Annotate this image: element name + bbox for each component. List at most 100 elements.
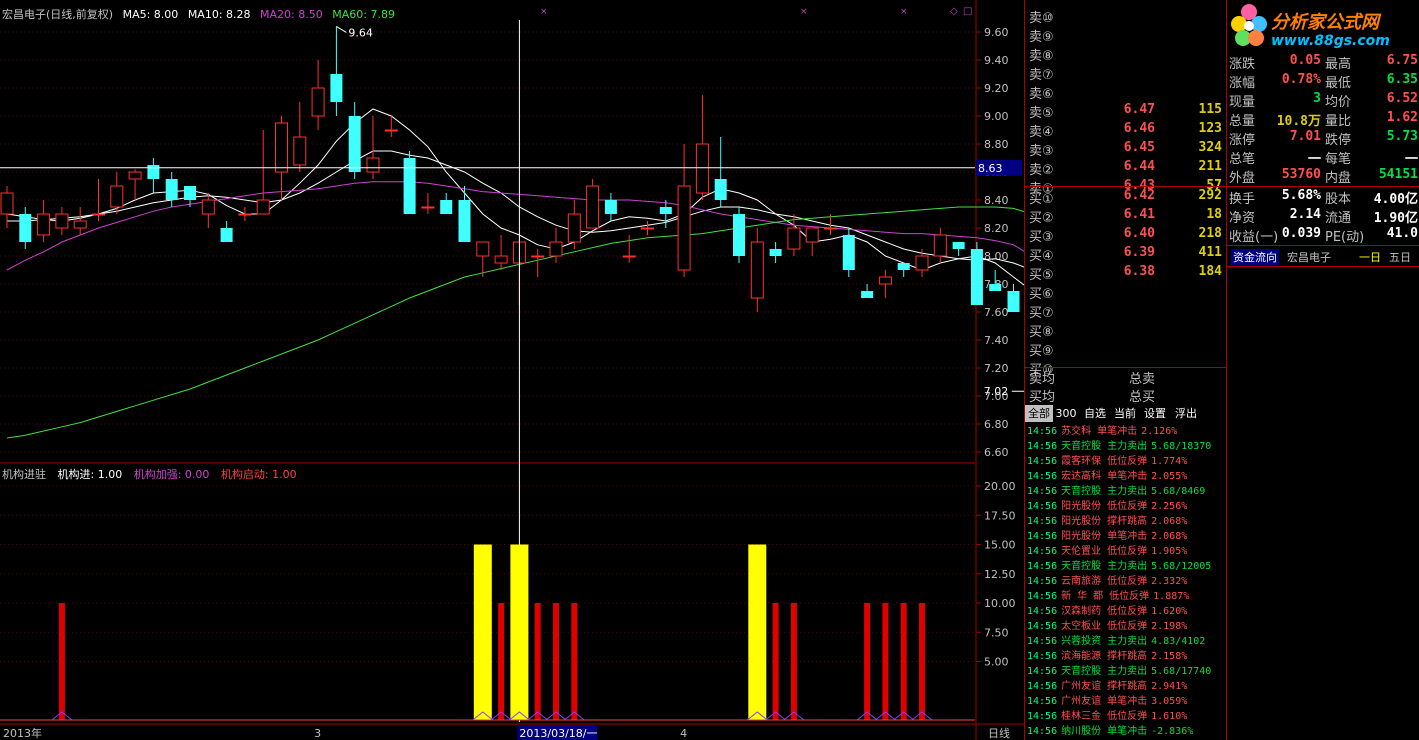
- indicator-tick-label: 20.00: [984, 480, 1016, 493]
- one-day-tab[interactable]: 一日: [1359, 249, 1381, 265]
- feed-item[interactable]: 14:56 兴蓉投资 主力卖出 4.83/4102: [1025, 634, 1226, 649]
- indicator-bar-red: [864, 603, 871, 720]
- feed-tab[interactable]: 浮出: [1171, 405, 1201, 422]
- feed-item[interactable]: 14:56 汉森制药 低位反弹 1.620%: [1025, 604, 1226, 619]
- orderbook-level-label: 买⑧: [1029, 325, 1054, 340]
- feed-signal-type: 低位反弹: [1107, 456, 1148, 467]
- feed-item[interactable]: 14:56 天音控股 主力卖出 5.68/18370: [1025, 439, 1226, 454]
- kline-chart[interactable]: 9.609.409.209.008.808.608.408.208.007.80…: [0, 0, 1024, 740]
- feed-item[interactable]: 14:56 广州友谊 单笔冲击 3.059%: [1025, 694, 1226, 709]
- orderbook-buy-row[interactable]: 买② 6.41 18: [1025, 206, 1226, 226]
- orderbook-buy-row[interactable]: 买⑨: [1025, 339, 1226, 359]
- feed-stock-name: 滨海能源: [1061, 651, 1102, 662]
- capital-flow-bar: 资金流向 宏昌电子 一日 五日: [1227, 246, 1419, 266]
- orderbook-sell-row[interactable]: 卖② 6.44 211: [1025, 158, 1226, 178]
- feed-stock-name: 汉森制药: [1061, 606, 1102, 617]
- feed-item[interactable]: 14:56 天音控股 主力卖出 5.68/8469: [1025, 484, 1226, 499]
- orderbook-level-label: 买⑨: [1029, 344, 1054, 359]
- feed-time: 14:56: [1027, 636, 1058, 647]
- quote-info-row: 收益(一) 0.039 PE(动) 41.0: [1227, 225, 1419, 245]
- feed-time: 14:56: [1027, 456, 1058, 467]
- site-logo[interactable]: 分析家公式网 www.88gs.com: [1227, 0, 1419, 52]
- feed-item[interactable]: 14:56 阳光股份 低位反弹 2.256%: [1025, 499, 1226, 514]
- feed-item[interactable]: 14:56 广州友谊 撑杆跳高 2.941%: [1025, 679, 1226, 694]
- candle-body-up: [238, 213, 252, 216]
- indicator-bar-red: [900, 603, 907, 720]
- feed-item[interactable]: 14:56 天音控股 主力卖出 5.68/17740: [1025, 664, 1226, 679]
- orderbook-sell-row[interactable]: 卖⑨: [1025, 25, 1226, 45]
- feed-item[interactable]: 14:56 滨海能源 撑杆跳高 2.158%: [1025, 649, 1226, 664]
- total-buy-label: 总买: [1129, 390, 1156, 405]
- ma20-label: MA20: 8.50: [260, 8, 323, 21]
- feed-item[interactable]: 14:56 纳川股份 单笔冲击 -2.836%: [1025, 724, 1226, 739]
- feed-signal-type: 主力卖出: [1107, 666, 1148, 677]
- quote-divider: [1227, 186, 1419, 187]
- orderbook-sell-row[interactable]: 卖⑧: [1025, 44, 1226, 64]
- feed-time: 14:56: [1027, 696, 1058, 707]
- quote-label: 跌停: [1325, 133, 1352, 148]
- feed-stock-name: 广州友谊: [1061, 681, 1102, 692]
- feed-item[interactable]: 14:56 云南旅游 低位反弹 2.332%: [1025, 574, 1226, 589]
- orderbook-buy-row[interactable]: 买⑦: [1025, 301, 1226, 321]
- ma-line-ma5: [6, 108, 1024, 286]
- feed-stock-name: 纳川股份: [1061, 726, 1102, 737]
- quote-value: 3: [1313, 91, 1321, 106]
- feed-item[interactable]: 14:56 苏交科 单笔冲击 2.126%: [1025, 424, 1226, 439]
- feed-item[interactable]: 14:56 霞客环保 低位反弹 1.774%: [1025, 454, 1226, 469]
- feed-signal-value: 5.68/17740: [1151, 666, 1212, 677]
- orderbook-volume: 115: [1198, 102, 1222, 117]
- feed-item[interactable]: 14:56 太空板业 低位反弹 2.198%: [1025, 619, 1226, 634]
- candle-body-up: [0, 192, 14, 215]
- feed-tab[interactable]: 当前: [1111, 405, 1139, 422]
- feed-tab[interactable]: 设置: [1140, 405, 1170, 422]
- orderbook-level-label: 卖④: [1029, 125, 1054, 140]
- feed-item[interactable]: 14:56 阳光股份 单笔冲击 2.068%: [1025, 529, 1226, 544]
- quote-value: 一: [1307, 152, 1321, 167]
- candle-body-up: [201, 199, 215, 215]
- candle-body-up: [915, 255, 929, 271]
- feed-tab[interactable]: 300: [1054, 405, 1078, 422]
- feed-time: 14:56: [1027, 726, 1058, 737]
- feed-item[interactable]: 14:56 阳光股份 撑杆跳高 2.068%: [1025, 514, 1226, 529]
- quote-value: 6.35: [1386, 72, 1418, 87]
- candle-body-down: [330, 74, 343, 102]
- feed-signal-type: 低位反弹: [1107, 606, 1148, 617]
- orderbook-sell-row[interactable]: 卖⑦: [1025, 63, 1226, 83]
- orderbook-sell-row[interactable]: 卖⑤ 6.47 115: [1025, 101, 1226, 121]
- quote-value: 0.05: [1289, 53, 1321, 68]
- square-icon: □: [963, 6, 972, 17]
- orderbook-buy-row[interactable]: 买⑤ 6.38 184: [1025, 263, 1226, 283]
- feed-time: 14:56: [1027, 591, 1058, 602]
- indicator-bar-red: [553, 603, 559, 720]
- feed-item[interactable]: 14:56 天音控股 主力卖出 5.68/12005: [1025, 559, 1226, 574]
- orderbook-sell-row[interactable]: 卖④ 6.46 123: [1025, 120, 1226, 140]
- orderbook-price: 6.45: [1123, 140, 1155, 155]
- feed-stock-name: 桂林三金: [1061, 711, 1102, 722]
- orderbook-price: 6.44: [1123, 159, 1155, 174]
- indicator-bar-red: [571, 603, 578, 720]
- orderbook-buy-row[interactable]: 买③ 6.40 218: [1025, 225, 1226, 245]
- orderbook-buy-row[interactable]: 买④ 6.39 411: [1025, 244, 1226, 264]
- orderbook-buy-row[interactable]: 买⑥: [1025, 282, 1226, 302]
- five-day-tab[interactable]: 五日: [1389, 249, 1411, 265]
- orderbook-sell-row[interactable]: 卖③ 6.45 324: [1025, 139, 1226, 159]
- feed-tab[interactable]: 自选: [1080, 405, 1110, 422]
- feed-item[interactable]: 14:56 桂林三金 低位反弹 1.610%: [1025, 709, 1226, 724]
- feed-tab[interactable]: 全部: [1025, 405, 1053, 422]
- capital-flow-tab[interactable]: 资金流向: [1231, 249, 1279, 265]
- feed-item[interactable]: 14:56 新 华 都低位反弹 1.887%: [1025, 589, 1226, 604]
- quote-label: 外盘: [1229, 171, 1256, 186]
- indicator-tick-label: 17.50: [984, 509, 1016, 522]
- orderbook-price: 6.40: [1123, 226, 1155, 241]
- feed-item[interactable]: 14:56 天伦置业 低位反弹 1.905%: [1025, 544, 1226, 559]
- quote-label: 最低: [1325, 76, 1352, 91]
- orderbook-buy-row[interactable]: 买⑧: [1025, 320, 1226, 340]
- orderbook-sell-row[interactable]: 卖⑩: [1025, 6, 1226, 26]
- orderbook-level-label: 买②: [1029, 211, 1054, 226]
- orderbook-buy-row[interactable]: 买① 6.42 292: [1025, 187, 1226, 207]
- candle-body-up: [256, 199, 270, 215]
- feed-item[interactable]: 14:56 宏达高科 单笔冲击 2.055%: [1025, 469, 1226, 484]
- candle-body-up: [494, 255, 508, 264]
- orderbook-sell-row[interactable]: 卖⑥: [1025, 82, 1226, 102]
- event-marker: ×: [800, 7, 808, 17]
